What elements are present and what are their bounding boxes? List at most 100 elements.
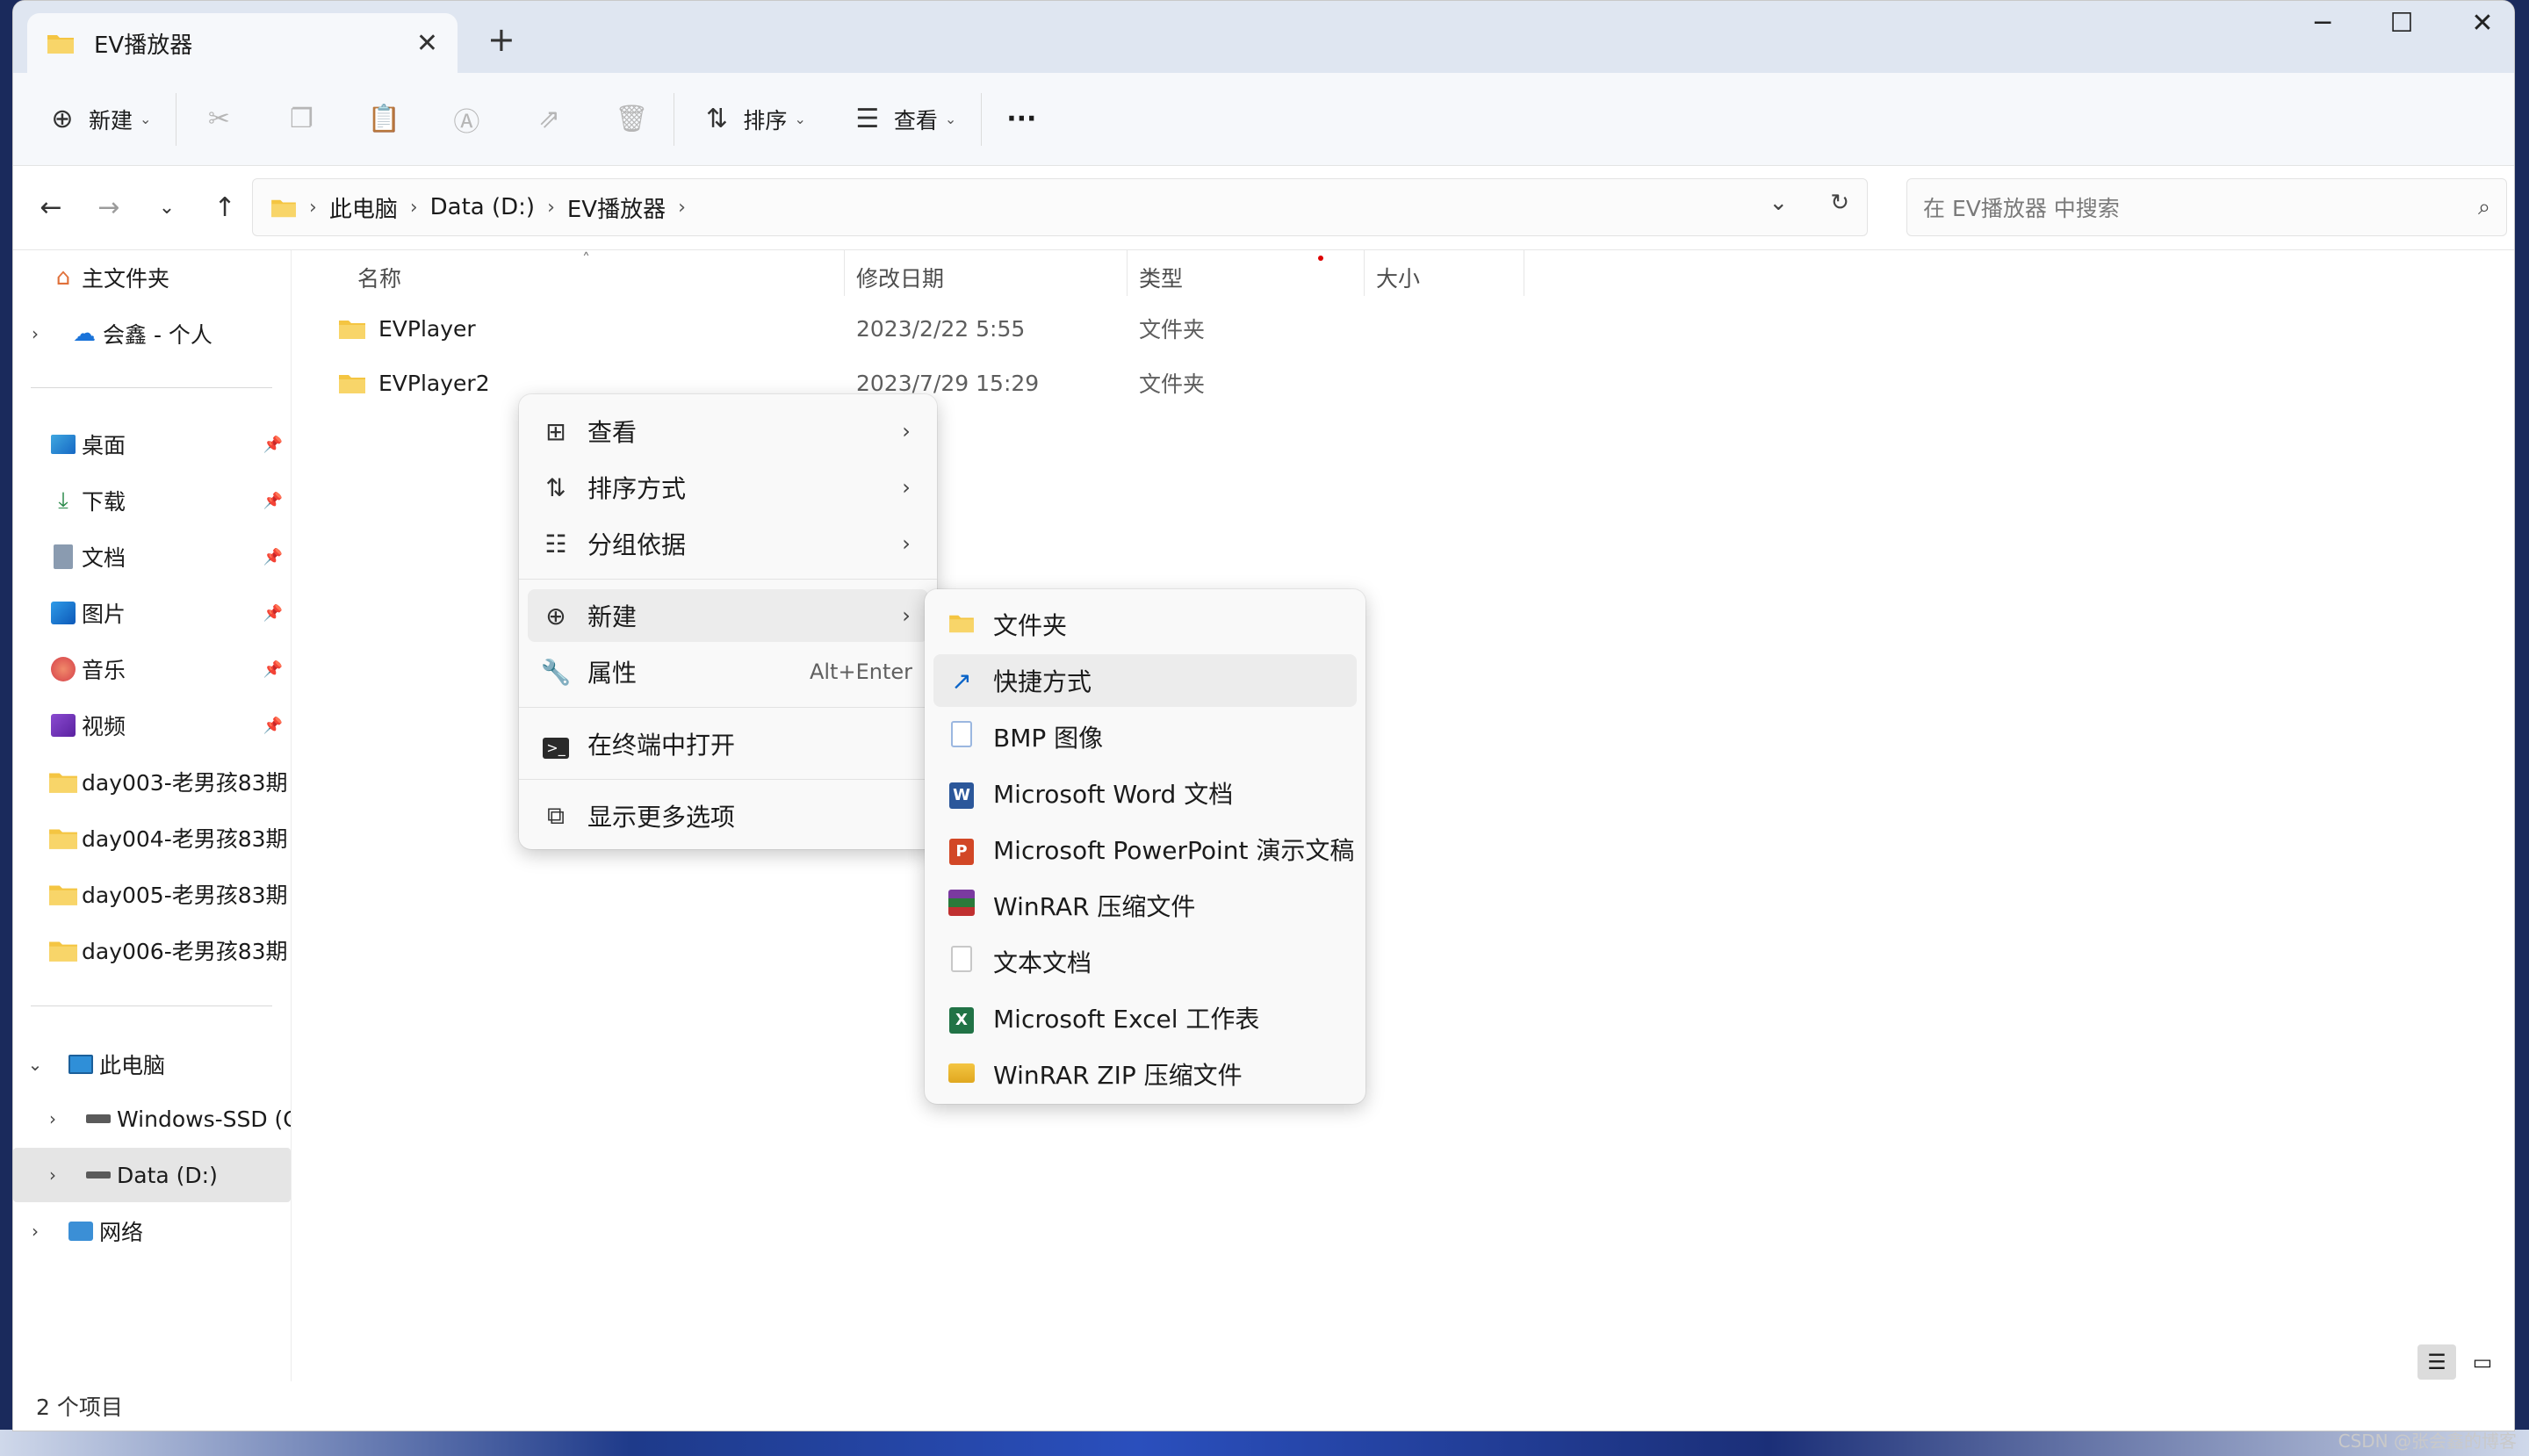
submenu-item-word[interactable]: W Microsoft Word 文档 [933,767,1357,819]
back-icon[interactable]: ← [22,192,80,223]
external-open-icon: ⧉ [547,801,565,830]
tiles-view-icon[interactable]: ▭ [2463,1344,2502,1380]
tab-ev-player[interactable]: EV播放器 ✕ [27,13,458,73]
file-type: 文件夹 [1139,317,1206,342]
details-view-icon[interactable]: ☰ [2417,1344,2456,1380]
address-bar[interactable]: › 此电脑 › Data (D:) › EV播放器 › ⌄ ↻ [252,178,1868,236]
sidebar-item-music[interactable]: 音乐 📌 [13,642,291,696]
submenu-item-bmp[interactable]: BMP 图像 [933,710,1357,763]
new-tab-button[interactable]: + [487,20,515,59]
menu-item-new[interactable]: ⊕ 新建 › [528,589,928,642]
paste-icon[interactable]: 📋 [366,102,401,137]
recent-locations-icon[interactable]: ⌄ [138,197,196,219]
maximize-button[interactable]: ☐ [2375,8,2428,39]
pin-icon[interactable]: 📌 [256,717,291,735]
more-options-button[interactable]: ··· [1006,104,1036,134]
column-separator[interactable] [844,250,845,296]
submenu-item-winrar-zip[interactable]: WinRAR ZIP 压缩文件 [933,1048,1357,1100]
winrar-archive-icon [939,889,984,922]
submenu-item-shortcut[interactable]: ↗ 快捷方式 [933,654,1357,707]
breadcrumb-ev-player[interactable]: EV播放器 [567,191,666,224]
folder-icon [49,773,77,793]
up-icon[interactable]: ↑ [196,192,254,223]
menu-item-label: 查看 [587,418,638,447]
menu-item-label: 文本文档 [993,948,1092,977]
column-name-label: 名称 [357,266,402,292]
close-tab-icon[interactable]: ✕ [416,28,438,59]
column-header-modified[interactable]: 修改日期 [847,250,1120,305]
sidebar-item-home[interactable]: ⌂ 主文件夹 [13,250,291,305]
address-history-icon[interactable]: ⌄ [1769,190,1788,216]
column-header-size[interactable]: 大小 [1367,250,1525,305]
chevron-right-icon: › [902,475,911,500]
menu-item-view[interactable]: ⊞ 查看 › [528,405,928,458]
sidebar-item-videos[interactable]: 视频 📌 [13,698,291,753]
column-header-name[interactable]: 名称 [349,250,832,305]
menu-item-properties[interactable]: 🔧 属性 Alt+Enter [528,645,928,698]
desktop-wallpaper-strip [0,1430,2529,1456]
sidebar-item-downloads[interactable]: ⤓ 下载 📌 [13,473,291,528]
column-header-type[interactable]: 类型 [1130,250,1358,305]
refresh-icon[interactable]: ↻ [1830,190,1849,216]
sidebar-item-documents[interactable]: 文档 📌 [13,530,291,584]
submenu-item-winrar[interactable]: WinRAR 压缩文件 [933,879,1357,932]
network-icon [66,1218,96,1244]
submenu-item-folder[interactable]: 文件夹 [933,598,1357,651]
cut-icon[interactable]: ✂ [201,102,236,137]
share-icon[interactable]: ⇗ [531,102,566,137]
forward-icon[interactable]: → [80,192,138,223]
rename-icon[interactable]: Ⓐ [449,102,484,138]
close-window-button[interactable]: ✕ [2456,8,2509,39]
pin-icon[interactable]: 📌 [256,492,291,510]
menu-item-shortcut: Alt+Enter [809,660,912,684]
menu-item-group-by[interactable]: ☷ 分组依据 › [528,517,928,570]
submenu-item-powerpoint[interactable]: P Microsoft PowerPoint 演示文稿 [933,823,1357,876]
breadcrumb-this-pc[interactable]: 此电脑 [329,191,398,224]
sort-ascending-icon: ˄ [582,250,590,269]
expand-chevron-icon[interactable]: › [40,1108,66,1129]
expand-chevron-icon[interactable]: › [22,323,48,344]
menu-separator [519,579,937,580]
sidebar-item-folder[interactable]: day004-老男孩83期 [13,811,291,865]
view-button[interactable]: ☰ 查看 ⌄ [850,102,956,137]
submenu-item-excel[interactable]: X Microsoft Excel 工作表 [933,991,1357,1044]
submenu-item-text[interactable]: 文本文档 [933,935,1357,988]
grid-icon: ⊞ [545,416,566,446]
menu-item-sort-by[interactable]: ⇅ 排序方式 › [528,461,928,514]
expand-chevron-icon[interactable]: › [22,1221,48,1242]
expand-chevron-icon[interactable]: › [40,1164,66,1186]
download-icon: ⤓ [58,487,68,514]
sidebar-item-desktop[interactable]: 桌面 📌 [13,417,291,472]
sidebar-label: 视频 [82,714,126,739]
minimize-button[interactable]: ─ [2296,8,2349,39]
pin-icon[interactable]: 📌 [256,604,291,623]
search-box[interactable]: 在 EV播放器 中搜索 ⌕ [1906,178,2507,236]
pin-icon[interactable]: 📌 [256,660,291,679]
sidebar-label: day003-老男孩83期 [82,770,288,796]
sidebar-item-folder[interactable]: day006-老男孩83期 [13,923,291,977]
sidebar-item-folder[interactable]: day003-老男孩83期 [13,754,291,809]
pin-icon[interactable]: 📌 [256,548,291,566]
sidebar-item-data-d[interactable]: › Data (D:) [13,1148,291,1202]
menu-item-label: 显示更多选项 [587,803,736,832]
column-separator[interactable] [1127,250,1128,296]
sort-button[interactable]: ⇅ 排序 ⌄ [699,102,806,137]
new-button[interactable]: ⊕ 新建 ⌄ [45,102,151,137]
sidebar-item-folder[interactable]: day005-老男孩83期 [13,867,291,921]
sidebar-item-onedrive[interactable]: › ☁ 会鑫 - 个人 [13,306,291,361]
menu-item-open-terminal[interactable]: >_ 在终端中打开 [528,717,928,770]
breadcrumb-data-d[interactable]: Data (D:) [430,194,535,220]
sidebar-item-pictures[interactable]: 图片 📌 [13,586,291,640]
sidebar-item-windows-ssd[interactable]: › Windows-SSD (C:) [13,1092,291,1146]
collapse-chevron-icon[interactable]: ⌄ [22,1054,48,1075]
column-separator[interactable] [1364,250,1365,296]
copy-icon[interactable]: ❐ [284,102,319,137]
pin-icon[interactable]: 📌 [256,436,291,454]
delete-icon[interactable]: 🗑 [614,102,649,137]
document-icon [48,544,78,570]
sidebar-item-this-pc[interactable]: ⌄ 此电脑 [13,1037,291,1092]
file-row[interactable]: EVPlayer 2023/2/22 5:55 文件夹 [303,301,1532,356]
pane-divider[interactable] [291,250,292,1381]
sidebar-item-network[interactable]: › 网络 [13,1204,291,1258]
menu-item-more-options[interactable]: ⧉ 显示更多选项 [528,789,928,842]
